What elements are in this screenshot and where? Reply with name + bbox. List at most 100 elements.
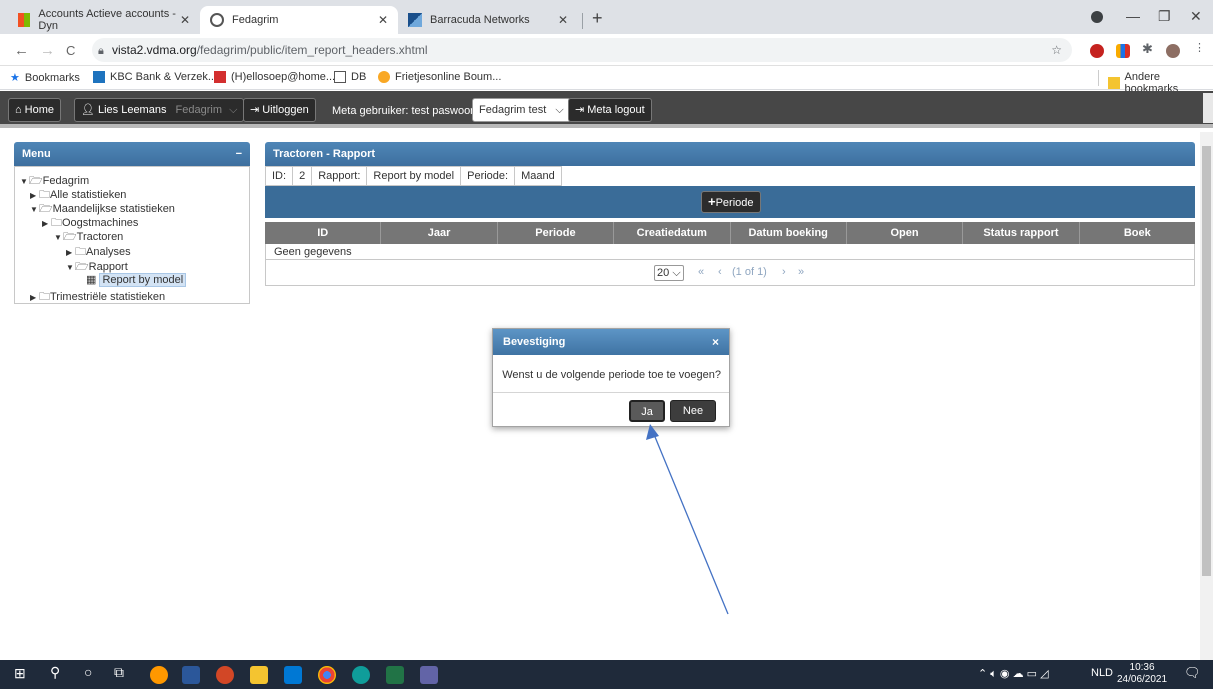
add-periode-button[interactable]: +Periode (701, 191, 761, 213)
first-page-button[interactable]: « (698, 266, 704, 278)
folder-icon (1108, 77, 1120, 89)
window-close-icon[interactable]: ✕ (1190, 8, 1202, 25)
info-periode-value: Maand (521, 170, 555, 182)
reload-icon[interactable]: C (66, 43, 75, 58)
column-header-id[interactable]: ID (265, 222, 382, 244)
close-icon[interactable]: ✕ (180, 13, 190, 27)
frietjes-icon (378, 71, 390, 83)
profile-icon[interactable] (1091, 11, 1103, 23)
folder-icon: 🗀︎ (39, 291, 50, 303)
star-icon[interactable]: ☆ (1051, 38, 1062, 62)
table-header: ID Jaar Periode Creatiedatum Datum boeki… (265, 222, 1195, 244)
powerpoint-icon[interactable] (216, 666, 234, 684)
home-icon: ⌂ (15, 104, 22, 116)
back-icon[interactable]: ← (14, 42, 29, 59)
extension-icon[interactable] (1116, 44, 1130, 58)
adblock-icon[interactable] (1090, 44, 1104, 58)
column-header-creatiedatum[interactable]: Creatiedatum (614, 222, 731, 244)
word-icon[interactable] (182, 666, 200, 684)
rows-per-page-select[interactable]: 20 ⌵ (654, 265, 684, 281)
column-header-datum-boeking[interactable]: Datum boeking (731, 222, 847, 244)
firefox-icon[interactable] (150, 666, 168, 684)
info-id-label: ID: (266, 167, 294, 185)
cortana-icon[interactable]: ○ (84, 664, 102, 682)
task-view-icon[interactable]: ⧉ (114, 664, 132, 682)
last-page-button[interactable]: » (798, 266, 804, 278)
puzzle-icon[interactable]: ✱ (1142, 41, 1156, 56)
yes-button[interactable]: Ja (629, 400, 665, 422)
bookmarks-button[interactable]: ★ Bookmarks (10, 71, 80, 85)
info-rapport-value: Report by model (367, 167, 462, 185)
bookmark-db[interactable]: DB (334, 71, 366, 83)
user-icon: 👤︎ (81, 104, 95, 116)
collapse-button[interactable]: − (236, 142, 242, 166)
vertical-scrollbar[interactable] (1200, 132, 1213, 660)
db-icon (334, 71, 346, 83)
browser-tab-barracuda[interactable]: Barracuda Networks ✕ (398, 6, 578, 34)
dialog-title: Bevestiging (503, 336, 566, 348)
teams-icon[interactable] (420, 666, 438, 684)
bookmark-label: DB (351, 71, 367, 83)
column-header-jaar[interactable]: Jaar (381, 222, 498, 244)
toolbar-scrollbar[interactable] (1203, 93, 1213, 123)
chevron-down-icon: ⌵ (672, 267, 681, 279)
column-header-open[interactable]: Open (847, 222, 964, 244)
scrollbar-thumb[interactable] (1202, 146, 1211, 576)
meta-logout-label: Meta logout (587, 104, 645, 116)
report-toolbar: +Periode (265, 186, 1195, 218)
column-header-status-rapport[interactable]: Status rapport (963, 222, 1080, 244)
tree-node-trimestriele[interactable]: ▶ 🗀︎Trimestriële statistieken (30, 288, 165, 307)
bookmark-hellosoep[interactable]: (H)ellosoep@home... (214, 71, 335, 83)
clock-date: 24/06/2021 (1117, 674, 1168, 685)
column-header-periode[interactable]: Periode (498, 222, 615, 244)
forward-icon[interactable]: → (40, 42, 55, 59)
bookmark-frietjes[interactable]: Frietjesonline Boum... (378, 71, 501, 83)
column-header-boek[interactable]: Boek (1080, 222, 1195, 244)
clock-time: 10:36 (1129, 662, 1155, 673)
hellosoep-icon (214, 71, 226, 83)
chrome-icon[interactable] (318, 666, 336, 684)
meta-select-value: Fedagrim test (479, 104, 547, 116)
url-field[interactable]: 🔒︎ vista2.vdma.org/fedagrim/public/item_… (92, 38, 1072, 62)
dialog-header: Bevestiging × (493, 329, 729, 355)
clock[interactable]: 10:36 24/06/2021 (1117, 662, 1167, 686)
tab-title: Accounts Actieve accounts - Dyn (38, 8, 176, 32)
meta-logout-button[interactable]: ⇥ Meta logout (568, 98, 652, 122)
browser-tab-fedagrim[interactable]: Fedagrim ✕ (200, 6, 398, 34)
edge-icon[interactable] (352, 666, 370, 684)
browser-tab-accounts[interactable]: Accounts Actieve accounts - Dyn ✕ (8, 6, 200, 34)
info-id-value: 2 (293, 167, 313, 185)
search-icon[interactable]: ⚲ (50, 664, 68, 682)
tree-node-report-by-model[interactable]: ▦ Report by model (86, 273, 187, 287)
minimize-icon[interactable]: — (1126, 8, 1140, 24)
outlook-icon[interactable] (284, 666, 302, 684)
meta-select[interactable]: Fedagrim test ⌵ (472, 98, 571, 122)
windows-start-icon[interactable]: ⊞ (14, 665, 32, 683)
avatar[interactable] (1166, 44, 1180, 58)
paginator: 20 ⌵ « ‹ (1 of 1) › » (265, 260, 1195, 286)
star-icon: ★ (10, 72, 20, 84)
logout-button[interactable]: ⇥ Uitloggen (243, 98, 316, 122)
taskbar: ⊞ ⚲ ○ ⧉ ⌃ 🔈︎ ◉ ☁︎ ▭ ◿ NLD 10:36 24/06/20… (0, 660, 1213, 689)
restore-icon[interactable]: ❐ (1158, 8, 1171, 25)
no-button[interactable]: Nee (670, 400, 716, 422)
next-page-button[interactable]: › (782, 266, 786, 278)
tray-icons[interactable]: ⌃ 🔈︎ ◉ ☁︎ ▭ ◿ (978, 667, 1049, 681)
excel-icon[interactable] (386, 666, 404, 684)
logout-icon: ⇥ (575, 104, 585, 116)
globe-icon (210, 13, 224, 27)
new-tab-icon[interactable]: + (592, 8, 603, 29)
bookmark-kbc[interactable]: KBC Bank & Verzek... (93, 71, 217, 83)
file-explorer-icon[interactable] (250, 666, 268, 684)
language-indicator[interactable]: NLD (1091, 667, 1113, 679)
close-icon[interactable]: ✕ (378, 13, 388, 27)
chevron-down-icon: ⌵ (229, 104, 238, 116)
prev-page-button[interactable]: ‹ (718, 266, 722, 278)
close-icon[interactable]: ✕ (558, 13, 568, 27)
notification-icon[interactable]: 🗨︎ (1184, 665, 1201, 681)
close-icon[interactable]: × (712, 329, 719, 355)
plus-icon: + (708, 194, 716, 209)
user-menu-button[interactable]: 👤︎ Lies Leemans Fedagrim ⌵ (74, 98, 245, 122)
home-button[interactable]: ⌂ Home (8, 98, 61, 122)
kebab-menu-icon[interactable]: ⋮ (1194, 41, 1208, 55)
